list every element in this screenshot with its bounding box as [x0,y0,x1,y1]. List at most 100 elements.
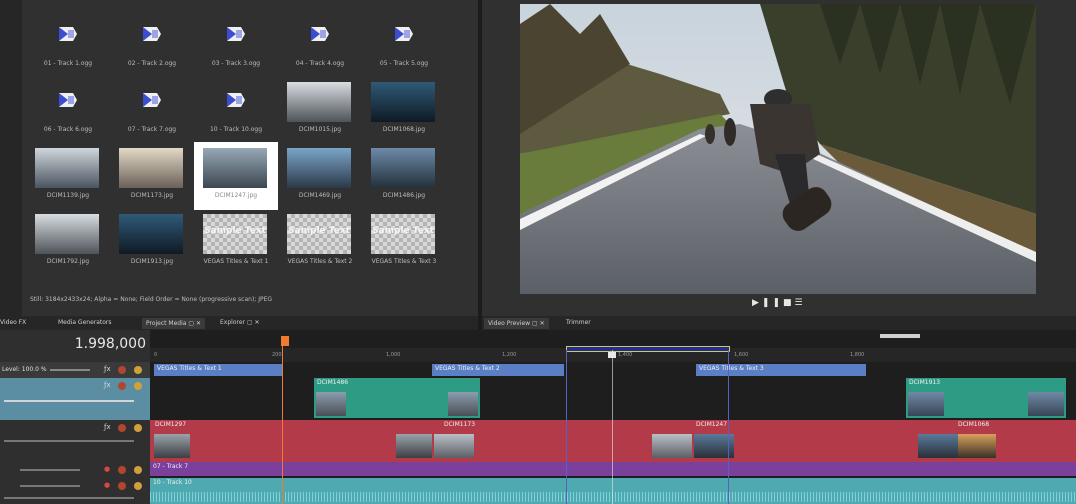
level-label: Level: 100.0 % [2,366,47,373]
audio-file-icon [56,24,78,44]
playhead-marker[interactable] [281,336,289,346]
fx-icon[interactable]: ƒx [104,423,111,431]
track-header-video-2[interactable]: ƒx [0,378,150,420]
undock-icon[interactable]: ▢ [532,320,538,327]
solo-icon[interactable] [134,382,142,390]
fx-icon[interactable]: ƒx [104,365,111,373]
audio-file-icon [140,24,162,44]
media-item[interactable]: 10 - Track 10.ogg [194,76,278,144]
panel-splitter[interactable] [478,0,482,330]
loop-region-bar[interactable] [566,346,730,352]
volume-slider[interactable] [20,485,80,487]
tab-video-fx[interactable]: Video FX [0,319,26,326]
marker-bar[interactable] [880,334,920,338]
media-item-label: VEGAS Titles & Text 2 [287,258,353,265]
tab-explorer[interactable]: Explorer ▢ ✕ [220,319,260,326]
solo-icon[interactable] [134,366,142,374]
track-header-title[interactable]: Level: 100.0 % ƒx [0,362,150,378]
media-item[interactable]: DCIM1792.jpg [26,208,110,276]
media-item[interactable]: DCIM1247.jpg [194,142,278,210]
tab-project-media[interactable]: Project Media ▢ ✕ [142,318,206,329]
media-item[interactable]: 01 - Track 1.ogg [26,10,110,78]
pause-button[interactable]: ❚❚ [762,298,783,308]
track-header-video-3[interactable]: ƒx [0,420,150,462]
solo-icon[interactable] [134,424,142,432]
play-button[interactable]: ▶ [752,298,762,308]
media-status-text: Still: 3184x2433x24; Alpha = None; Field… [30,296,273,303]
close-icon[interactable]: ✕ [196,320,201,327]
media-item[interactable]: DCIM1469.jpg [278,142,362,210]
left-dock-strip [0,0,22,316]
media-item[interactable]: 07 - Track 7.ogg [110,76,194,144]
media-item[interactable]: DCIM1173.jpg [110,142,194,210]
record-icon[interactable]: ● [104,481,110,489]
media-item[interactable]: DCIM1486.jpg [362,142,446,210]
title-clip[interactable]: VEGAS Titles & Text 2 [432,364,564,376]
video-clip-label: DCIM1068 [958,421,990,428]
media-item[interactable]: Sample Text VEGAS Titles & Text 1 [194,208,278,276]
undock-icon[interactable]: ▢ [188,320,194,327]
clip-thumbnail [434,434,474,458]
media-item[interactable]: DCIM1015.jpg [278,76,362,144]
audio-clip[interactable]: 10 - Track 10 [150,478,1076,504]
mute-icon[interactable] [118,382,126,390]
solo-icon[interactable] [134,482,142,490]
level-slider[interactable] [50,369,90,371]
image-thumbnail [35,148,99,188]
media-item[interactable]: DCIM1913.jpg [110,208,194,276]
close-icon[interactable]: ✕ [540,320,545,327]
pan-slider[interactable] [4,497,134,499]
track-header-audio-1[interactable]: ● [0,462,150,478]
ruler-tick-label: 0 [154,352,158,358]
clip-thumbnail [316,392,346,416]
mute-icon[interactable] [118,466,126,474]
close-icon[interactable]: ✕ [255,319,260,326]
mute-icon[interactable] [118,482,126,490]
level-slider[interactable] [4,440,134,442]
media-item[interactable]: Sample Text VEGAS Titles & Text 2 [278,208,362,276]
loop-start-line [566,350,567,504]
media-item[interactable]: 04 - Track 4.ogg [278,10,362,78]
preview-menu-button[interactable]: ☰ [795,298,806,308]
media-item[interactable]: 06 - Track 6.ogg [26,76,110,144]
track-header-audio-2[interactable]: ● [0,478,150,504]
media-item[interactable]: DCIM1068.jpg [362,76,446,144]
edit-cursor-handle[interactable] [608,352,616,358]
stop-button[interactable]: ■ [783,298,795,308]
solo-icon[interactable] [134,466,142,474]
fx-icon[interactable]: ƒx [104,381,111,389]
tab-trimmer[interactable]: Trimmer [566,319,591,326]
media-item-label: VEGAS Titles & Text 3 [371,258,437,265]
tab-video-preview[interactable]: Video Preview ▢ ✕ [484,318,549,329]
tab-media-generators[interactable]: Media Generators [58,319,112,326]
ruler-tick-label: 1,400 [618,352,633,358]
title-clip[interactable]: VEGAS Titles & Text 3 [696,364,866,376]
transport-controls: ▶❚❚■☰ [752,298,806,308]
media-item-label: 06 - Track 6.ogg [43,126,93,133]
media-item[interactable]: 03 - Track 3.ogg [194,10,278,78]
audio-clip[interactable]: 07 - Track 7 [150,462,1076,476]
media-item[interactable]: DCIM1139.jpg [26,142,110,210]
title-thumbnail: Sample Text [287,214,351,254]
media-item[interactable]: 05 - Track 5.ogg [362,10,446,78]
level-slider[interactable] [4,400,134,402]
video-clip[interactable]: DCIM1913 [906,378,1066,418]
media-item-label: DCIM1792.jpg [46,258,90,265]
clip-thumbnail [154,434,190,458]
playhead-line[interactable] [282,340,283,504]
image-thumbnail [119,214,183,254]
mute-icon[interactable] [118,366,126,374]
media-item-label: 10 - Track 10.ogg [209,126,263,133]
media-item[interactable]: Sample Text VEGAS Titles & Text 3 [362,208,446,276]
mute-icon[interactable] [118,424,126,432]
undock-icon[interactable]: ▢ [247,319,253,326]
timecode-display: 1.998,000 [74,336,146,352]
media-item-label: 03 - Track 3.ogg [211,60,261,67]
edit-cursor-line [612,350,613,504]
media-item[interactable]: 02 - Track 2.ogg [110,10,194,78]
volume-slider[interactable] [20,469,80,471]
ruler-tick-label: 1,000 [386,352,401,358]
video-clip[interactable]: DCIM1486 [314,378,480,418]
title-clip[interactable]: VEGAS Titles & Text 1 [154,364,282,376]
record-icon[interactable]: ● [104,465,110,473]
